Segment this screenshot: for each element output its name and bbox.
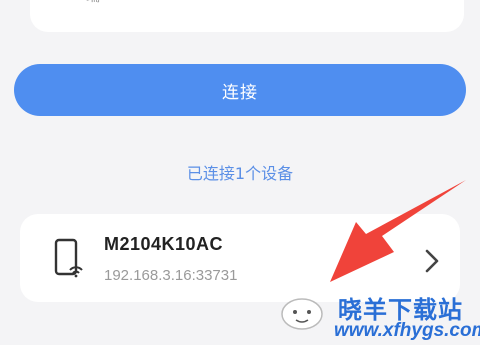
top-input-partial-text: 端 (86, 0, 100, 6)
top-input-card[interactable]: 端 (30, 0, 464, 32)
phone-wifi-icon (54, 238, 83, 278)
connected-devices-status: 已连接1个设备 (186, 164, 294, 183)
connect-button[interactable]: 连接 (14, 64, 466, 116)
device-list-item[interactable]: M2104K10AC 192.168.3.16:33731 (20, 214, 460, 302)
chevron-right-icon[interactable] (424, 248, 440, 274)
device-address: 192.168.3.16:33731 (104, 267, 238, 284)
device-name: M2104K10AC (104, 234, 224, 254)
watermark-logo-icon (281, 298, 323, 330)
watermark-url: www.xfhygs.com (334, 320, 480, 341)
